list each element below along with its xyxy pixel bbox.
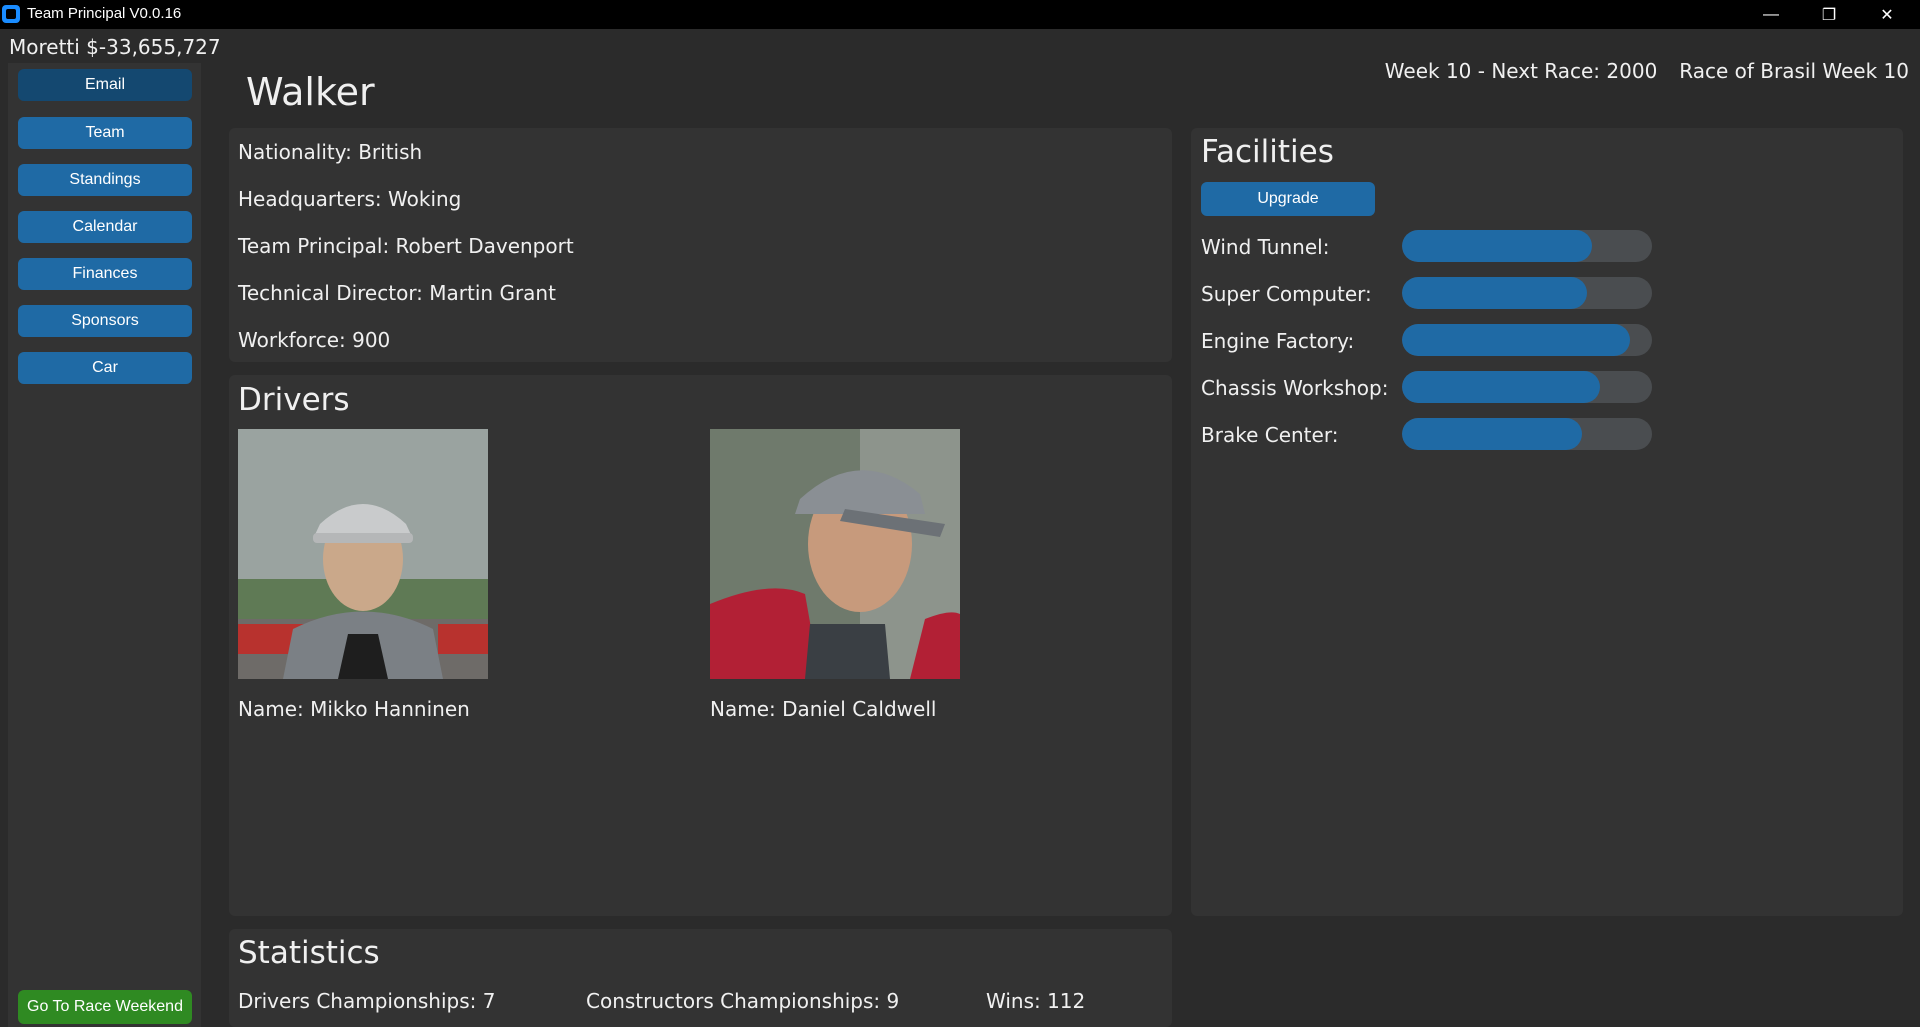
go-to-race-weekend-button[interactable]: Go To Race Weekend: [18, 990, 192, 1024]
window-title: Team Principal V0.0.16: [27, 5, 182, 22]
facility-super-computer-bar: [1402, 277, 1652, 309]
sidebar-item-email[interactable]: Email: [18, 69, 192, 101]
sidebar-item-team[interactable]: Team: [18, 117, 192, 149]
facility-brake-center-fill: [1402, 418, 1582, 450]
drivers-championships: Drivers Championships: 7: [238, 989, 496, 1013]
facility-chassis-workshop-label: Chassis Workshop:: [1201, 376, 1389, 400]
race-info: Race of Brasil Week 10: [1679, 59, 1909, 83]
restore-icon[interactable]: ❐: [1800, 0, 1858, 29]
facility-super-computer-label: Super Computer:: [1201, 282, 1372, 306]
sidebar-item-sponsors[interactable]: Sponsors: [18, 305, 192, 337]
nationality: Nationality: British: [238, 140, 423, 164]
page-title: Walker: [246, 70, 375, 114]
workforce: Workforce: 900: [238, 328, 391, 352]
facility-engine-factory-bar: [1402, 324, 1652, 356]
team-info-panel: Nationality: British Headquarters: Wokin…: [229, 128, 1172, 362]
sidebar-item-calendar[interactable]: Calendar: [18, 211, 192, 243]
headquarters: Headquarters: Woking: [238, 187, 462, 211]
facility-wind-tunnel-label: Wind Tunnel:: [1201, 235, 1330, 259]
drivers-panel: Drivers Name: Mikko Hanninen Name: Danie…: [229, 375, 1172, 916]
player-money: Moretti $-33,655,727: [9, 35, 221, 59]
sidebar-item-finances[interactable]: Finances: [18, 258, 192, 290]
facility-wind-tunnel-fill: [1402, 230, 1592, 262]
facility-wind-tunnel-bar: [1402, 230, 1652, 262]
facility-chassis-workshop-fill: [1402, 371, 1600, 403]
window-title-bar: Team Principal V0.0.16 — ❐ ✕: [0, 0, 1920, 29]
technical-director: Technical Director: Martin Grant: [238, 281, 556, 305]
upgrade-button[interactable]: Upgrade: [1201, 182, 1375, 216]
race-status: Week 10 - Next Race: 2000 Race of Brasil …: [1359, 35, 1909, 107]
facility-brake-center-label: Brake Center:: [1201, 423, 1339, 447]
drivers-title: Drivers: [238, 382, 350, 418]
facility-super-computer-fill: [1402, 277, 1587, 309]
facility-engine-factory-label: Engine Factory:: [1201, 329, 1355, 353]
sidebar-item-car[interactable]: Car: [18, 352, 192, 384]
week-info: Week 10 - Next Race: 2000: [1384, 59, 1658, 83]
facility-brake-center-bar: [1402, 418, 1652, 450]
facilities-title: Facilities: [1201, 134, 1334, 170]
facility-chassis-workshop-bar: [1402, 371, 1652, 403]
wins: Wins: 112: [986, 989, 1086, 1013]
team-principal: Team Principal: Robert Davenport: [238, 234, 574, 258]
statistics-panel: Statistics Drivers Championships: 7 Cons…: [229, 929, 1172, 1027]
constructors-championships: Constructors Championships: 9: [586, 989, 900, 1013]
close-icon[interactable]: ✕: [1858, 0, 1916, 29]
driver-2-name: Name: Daniel Caldwell: [710, 697, 937, 721]
minimize-icon[interactable]: —: [1742, 0, 1800, 29]
sidebar: Email Team Standings Calendar Finances S…: [8, 63, 201, 1027]
driver-1-name: Name: Mikko Hanninen: [238, 697, 470, 721]
top-info-bar: Moretti $-33,655,727 Week 10 - Next Race…: [0, 29, 1920, 83]
app-icon: [2, 5, 20, 23]
facilities-panel: Facilities Upgrade Wind Tunnel: Super Co…: [1191, 128, 1903, 916]
driver-2-photo: [710, 429, 960, 679]
statistics-title: Statistics: [238, 935, 380, 971]
facility-engine-factory-fill: [1402, 324, 1630, 356]
driver-1-photo: [238, 429, 488, 679]
sidebar-item-standings[interactable]: Standings: [18, 164, 192, 196]
